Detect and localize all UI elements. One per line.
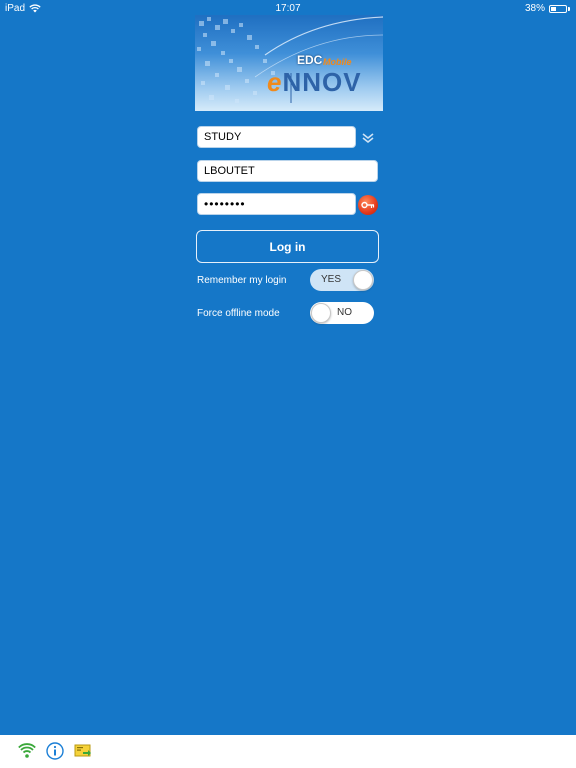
- status-right: 38%: [525, 3, 570, 14]
- study-field[interactable]: STUDY: [197, 126, 356, 148]
- battery-fill: [551, 6, 556, 11]
- battery-percent: 38%: [524, 3, 545, 14]
- logo-mobile-text: Mobile: [323, 57, 352, 67]
- logo-brand-e: e: [267, 67, 283, 97]
- login-value: LBOUTET: [204, 165, 255, 177]
- info-icon[interactable]: [46, 742, 64, 760]
- login-button-label: Log in: [269, 239, 306, 254]
- force-offline-toggle[interactable]: NO: [310, 302, 374, 324]
- remember-login-label: Remember my login: [197, 275, 287, 286]
- ennov-logo: EDC Mobile eNNOV: [195, 15, 383, 111]
- battery-icon: [549, 4, 567, 13]
- toggle-knob: [353, 270, 373, 290]
- remember-login-toggle[interactable]: YES: [310, 269, 374, 291]
- force-offline-state: NO: [337, 307, 352, 318]
- password-field[interactable]: ••••••••: [197, 193, 356, 215]
- key-button[interactable]: [358, 195, 378, 215]
- wifi-icon[interactable]: [18, 742, 36, 760]
- logo-brand: eNNOV: [267, 67, 362, 98]
- logo-brand-rest: NNOV: [282, 67, 362, 97]
- login-button[interactable]: Log in: [196, 230, 379, 263]
- force-offline-label: Force offline mode: [197, 308, 280, 319]
- status-time: 17:07: [275, 3, 301, 14]
- status-bar: iPad 17:07 38%: [0, 0, 576, 16]
- bottom-toolbar: [0, 735, 576, 768]
- battery-cap: [568, 6, 570, 11]
- key-icon: [361, 201, 375, 209]
- login-field[interactable]: LBOUTET: [197, 160, 378, 182]
- chevron-down-icon[interactable]: [361, 131, 375, 145]
- study-value: STUDY: [204, 131, 242, 143]
- export-icon[interactable]: [74, 742, 92, 760]
- logo-edc-text: EDC: [297, 53, 323, 67]
- password-value: ••••••••: [204, 197, 246, 211]
- remember-login-state: YES: [321, 274, 342, 285]
- toggle-knob: [311, 303, 331, 323]
